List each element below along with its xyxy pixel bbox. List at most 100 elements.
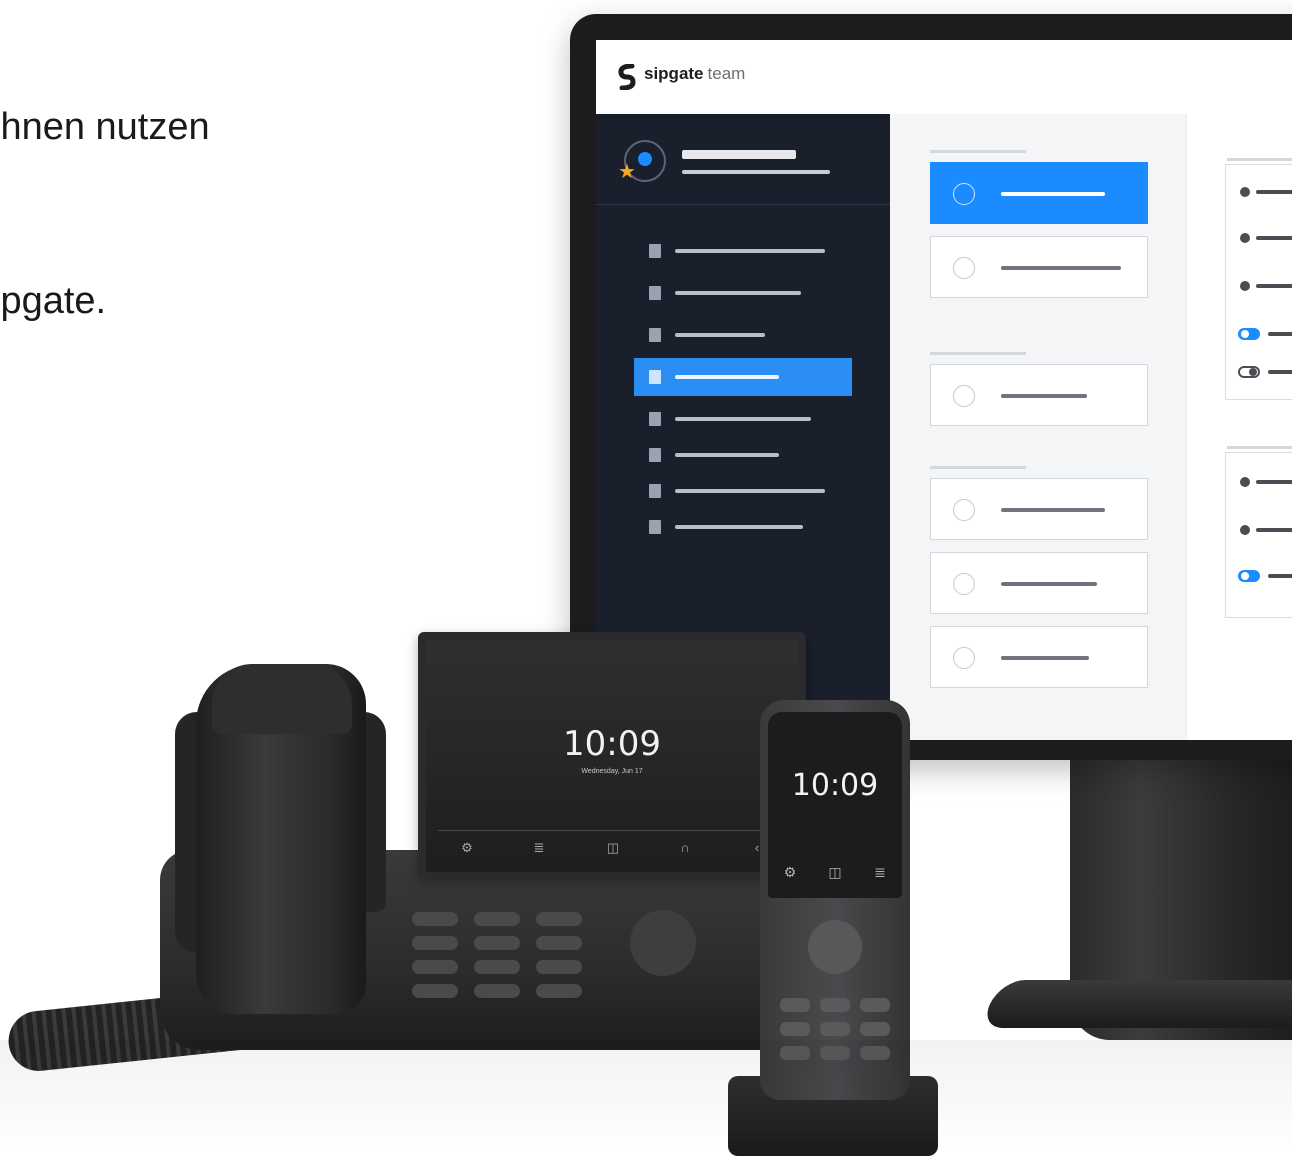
- nav-item-label-placeholder: [675, 249, 825, 253]
- sidebar-item[interactable]: [634, 274, 852, 312]
- gear-icon[interactable]: ⚙: [780, 864, 800, 881]
- keypad-key[interactable]: [536, 912, 582, 926]
- nav-item-icon: [649, 412, 661, 426]
- handset-earpiece: [212, 664, 352, 734]
- keypad-key[interactable]: [474, 960, 520, 974]
- settings-box: [1225, 164, 1292, 400]
- keypad-key[interactable]: [536, 984, 582, 998]
- voicemail-icon[interactable]: ≣: [870, 864, 890, 881]
- setting-row[interactable]: [1240, 477, 1292, 487]
- cordless-key[interactable]: [860, 998, 890, 1012]
- card-label-placeholder: [1001, 656, 1089, 660]
- sidebar-item[interactable]: [634, 508, 852, 546]
- star-icon: ★: [618, 161, 636, 183]
- setting-row[interactable]: [1240, 525, 1292, 535]
- section-heading-placeholder: [1227, 158, 1292, 161]
- setting-row[interactable]: [1240, 281, 1292, 291]
- profile-name-placeholder: [682, 150, 796, 159]
- setting-label-placeholder: [1256, 480, 1292, 484]
- toggle-switch-on[interactable]: [1238, 328, 1260, 340]
- monitor-stand-base: [978, 980, 1292, 1028]
- book-icon[interactable]: ◫: [825, 864, 845, 881]
- cordless-key[interactable]: [780, 1022, 810, 1036]
- keypad-key[interactable]: [474, 936, 520, 950]
- keypad-key[interactable]: [412, 960, 458, 974]
- cordless-key[interactable]: [860, 1022, 890, 1036]
- nav-item-label-placeholder: [675, 489, 825, 493]
- sidebar-item[interactable]: [634, 472, 852, 510]
- presence-dot: [638, 152, 652, 166]
- keypad-key[interactable]: [474, 984, 520, 998]
- setting-label-placeholder: [1268, 574, 1292, 578]
- sidebar-item[interactable]: [634, 316, 852, 354]
- list-card[interactable]: [930, 478, 1148, 540]
- desk-phone-clock: 10:09: [563, 724, 661, 764]
- desk-phone-date: Wednesday, Jun 17: [581, 768, 643, 775]
- setting-row[interactable]: [1238, 366, 1292, 378]
- list-card[interactable]: [930, 626, 1148, 688]
- card-avatar: [953, 499, 975, 521]
- bullet-icon: [1240, 233, 1250, 243]
- setting-row[interactable]: [1240, 187, 1292, 197]
- profile-subtitle-placeholder: [682, 170, 830, 174]
- cordless-key[interactable]: [820, 1022, 850, 1036]
- toggle-switch-on[interactable]: [1238, 570, 1260, 582]
- keypad-key[interactable]: [412, 984, 458, 998]
- card-avatar: [953, 183, 975, 205]
- card-avatar: [953, 647, 975, 669]
- settings-box: [1225, 452, 1292, 618]
- setting-row[interactable]: [1238, 570, 1292, 582]
- cordless-key[interactable]: [820, 998, 850, 1012]
- keypad-key[interactable]: [412, 936, 458, 950]
- brand-logo-text[interactable]: sipgate team: [644, 64, 745, 84]
- nav-item-icon: [649, 370, 661, 384]
- book-icon[interactable]: ◫: [604, 840, 622, 856]
- section-heading-placeholder: [930, 466, 1026, 469]
- cordless-nav-pad[interactable]: [808, 920, 862, 974]
- section-heading-placeholder: [930, 150, 1026, 153]
- voicemail-icon[interactable]: ≣: [530, 840, 548, 856]
- nav-item-icon: [649, 328, 661, 342]
- setting-row[interactable]: [1240, 233, 1292, 243]
- bullet-icon: [1240, 525, 1250, 535]
- gear-icon[interactable]: ⚙: [458, 840, 476, 856]
- cordless-key[interactable]: [780, 998, 810, 1012]
- setting-label-placeholder: [1256, 236, 1292, 240]
- headset-icon[interactable]: ∩: [676, 840, 694, 855]
- nav-item-icon: [649, 520, 661, 534]
- list-card[interactable]: [930, 552, 1148, 614]
- list-card[interactable]: [930, 236, 1148, 298]
- card-label-placeholder: [1001, 508, 1105, 512]
- nav-item-icon: [649, 286, 661, 300]
- list-card[interactable]: [930, 364, 1148, 426]
- nav-item-label-placeholder: [675, 375, 779, 379]
- bullet-icon: [1240, 477, 1250, 487]
- keypad-key[interactable]: [536, 936, 582, 950]
- card-label-placeholder: [1001, 266, 1121, 270]
- app-header: sipgate team: [596, 40, 1292, 115]
- setting-label-placeholder: [1268, 332, 1292, 336]
- list-card-selected[interactable]: [930, 162, 1148, 224]
- toggle-switch-off[interactable]: [1238, 366, 1260, 378]
- brand-suffix: team: [707, 64, 746, 83]
- setting-label-placeholder: [1256, 284, 1292, 288]
- section-heading-placeholder: [930, 352, 1026, 355]
- nav-item-label-placeholder: [675, 417, 811, 421]
- nav-item-icon: [649, 448, 661, 462]
- desk-phone-nav-pad[interactable]: [630, 910, 696, 976]
- keypad-key[interactable]: [412, 912, 458, 926]
- cordless-clock: 10:09: [791, 768, 879, 803]
- settings-panel: [1186, 114, 1292, 740]
- sidebar-item-active[interactable]: [634, 358, 852, 396]
- avatar[interactable]: ★: [618, 140, 666, 182]
- sidebar-item[interactable]: [634, 232, 852, 270]
- sidebar-item[interactable]: [634, 400, 852, 438]
- profile-row[interactable]: ★: [596, 114, 890, 205]
- keypad-key[interactable]: [474, 912, 520, 926]
- divider: [438, 830, 786, 831]
- desk-phone-display: 10:09 Wednesday, Jun 17 ⚙ ≣ ◫ ∩ ‹: [426, 640, 798, 872]
- brand-name: sipgate: [644, 64, 704, 83]
- setting-row[interactable]: [1238, 328, 1292, 340]
- keypad-key[interactable]: [536, 960, 582, 974]
- sidebar-item[interactable]: [634, 436, 852, 474]
